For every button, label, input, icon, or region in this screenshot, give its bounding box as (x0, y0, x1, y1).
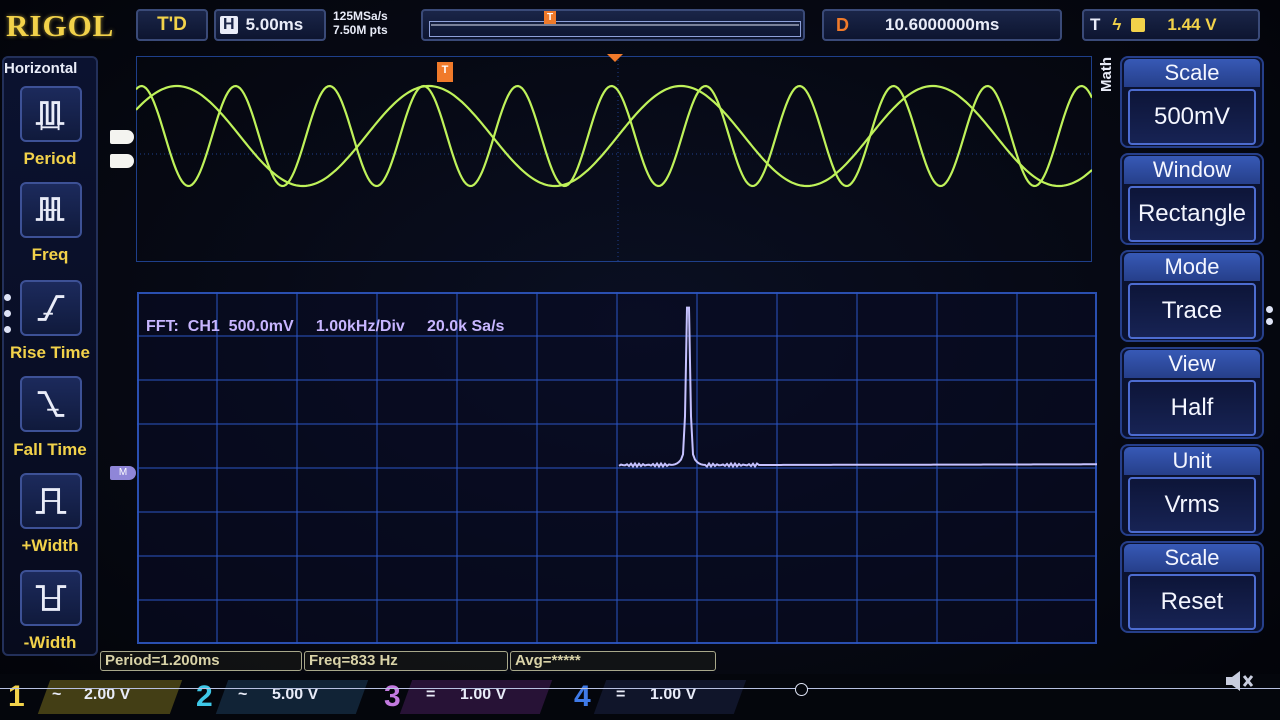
window-button[interactable]: Rectangle (1128, 186, 1256, 242)
measurement-avg[interactable]: Avg=***** (510, 651, 716, 671)
freq-icon (35, 197, 65, 221)
rigol-logo: RIGOL (6, 8, 115, 43)
view-button[interactable]: Half (1128, 380, 1256, 436)
trigger-label: T (1090, 15, 1101, 34)
menu-title-view: View (1124, 350, 1260, 378)
freq-button[interactable] (20, 182, 82, 238)
menu-title-window: Window (1124, 156, 1260, 184)
fft-scale: 500.0mV (228, 318, 294, 335)
rise-time-icon (37, 295, 65, 321)
fft-display (137, 292, 1097, 644)
fft-info: FFT: CH1 500.0mV 1.00kHz/Div 20.0k Sa/s (146, 318, 504, 336)
math-menu-label-text: Math (1098, 57, 1115, 92)
channel-4-settings[interactable]: 4 = 1.00 V (574, 680, 750, 713)
fall-time-label: Fall Time (13, 440, 87, 459)
fft-hdiv: 1.00kHz/Div (315, 318, 405, 335)
panel-indicator-dot (1266, 318, 1273, 325)
channel-1-settings[interactable]: 1 ~ 2.00 V (8, 680, 178, 713)
trigger-position-marker[interactable]: T (437, 62, 453, 82)
fft-trace (618, 306, 1097, 469)
channel-2-number: 2 (196, 680, 213, 713)
memory-bar[interactable] (421, 9, 805, 41)
fft-source: FFT: CH1 (146, 318, 220, 335)
center-marker (607, 54, 623, 62)
math-menu-label: Math (1098, 57, 1115, 92)
delay-label: D (836, 14, 849, 35)
plus-width-button[interactable] (20, 473, 82, 529)
minus-width-label: -Width (23, 633, 77, 652)
fall-time-icon (37, 391, 65, 417)
horizontal-position-line (0, 688, 1280, 689)
memory-depth: 7.50M pts (333, 23, 388, 37)
channel-3-number: 3 (384, 680, 401, 713)
measurement-freq[interactable]: Freq=833 Hz (304, 651, 508, 671)
delay-box[interactable]: D 10.6000000ms (822, 9, 1062, 41)
delay-value: 10.6000000ms (885, 15, 1000, 34)
freq-label: Freq (31, 245, 69, 264)
right-menu-panel: Scale 500mV Window Rectangle Mode Trace … (1120, 56, 1266, 644)
plus-width-icon (35, 488, 67, 514)
minus-width-icon (35, 585, 67, 611)
timebase-box[interactable]: H 5.00ms (214, 9, 326, 41)
mode-button[interactable]: Trace (1128, 283, 1256, 339)
panel-indicator-dot (4, 294, 11, 301)
memory-trigger-marker: T (544, 11, 556, 24)
horizontal-position-knob[interactable] (795, 683, 808, 696)
period-label: Period (23, 149, 77, 168)
channel-4-number: 4 (574, 680, 591, 713)
rise-time-button[interactable] (20, 280, 82, 336)
menu-title-scale: Scale (1124, 59, 1260, 87)
channel-2-offset-marker[interactable] (110, 154, 134, 168)
timebase-value: 5.00ms (245, 15, 304, 34)
sample-rate: 125MSa/s (333, 9, 388, 23)
minus-width-button[interactable] (20, 570, 82, 626)
channel-1-offset-marker[interactable] (110, 130, 134, 144)
menu-title-unit: Unit (1124, 447, 1260, 475)
speaker-mute-icon[interactable] (1222, 668, 1256, 694)
oscilloscope-screen: RIGOL T'D H 5.00ms 125MSa/s 7.50M pts T … (0, 0, 1280, 720)
panel-indicator-dot (4, 326, 11, 333)
channel-1-trace (136, 84, 1092, 188)
panel-indicator-dot (4, 310, 11, 317)
trigger-source-icon (1131, 18, 1146, 32)
trigger-box[interactable]: T ϟ 1.44 V (1082, 9, 1260, 41)
channel-2-trace (136, 84, 1092, 188)
fft-rate: 20.0k Sa/s (427, 318, 505, 335)
scale-reset-button[interactable]: Reset (1128, 574, 1256, 630)
rising-edge-icon: ϟ (1112, 15, 1122, 34)
panel-indicator-dot (1266, 306, 1273, 313)
math-offset-marker[interactable]: M (110, 466, 136, 480)
unit-button[interactable]: Vrms (1128, 477, 1256, 533)
channel-3-settings[interactable]: 3 = 1.00 V (384, 680, 560, 713)
waveform-display (136, 56, 1092, 262)
menu-title-mode: Mode (1124, 253, 1260, 281)
trigger-status[interactable]: T'D (136, 9, 208, 41)
plus-width-label: +Width (21, 536, 79, 555)
channel-2-settings[interactable]: 2 ~ 5.00 V (196, 680, 372, 713)
sample-info: 125MSa/s 7.50M pts (333, 9, 388, 37)
fall-time-button[interactable] (20, 376, 82, 432)
memory-waveform-preview (429, 21, 801, 37)
menu-title-scale-reset: Scale (1124, 544, 1260, 572)
period-button[interactable] (20, 86, 82, 142)
period-icon (35, 101, 65, 131)
channel-1-number: 1 (8, 680, 25, 713)
horizontal-label: H (220, 16, 238, 34)
left-menu-title: Horizontal (4, 60, 78, 77)
trigger-level: 1.44 V (1167, 15, 1217, 34)
measurement-period[interactable]: Period=1.200ms (100, 651, 302, 671)
rise-time-label: Rise Time (9, 343, 90, 362)
scale-button[interactable]: 500mV (1128, 89, 1256, 145)
